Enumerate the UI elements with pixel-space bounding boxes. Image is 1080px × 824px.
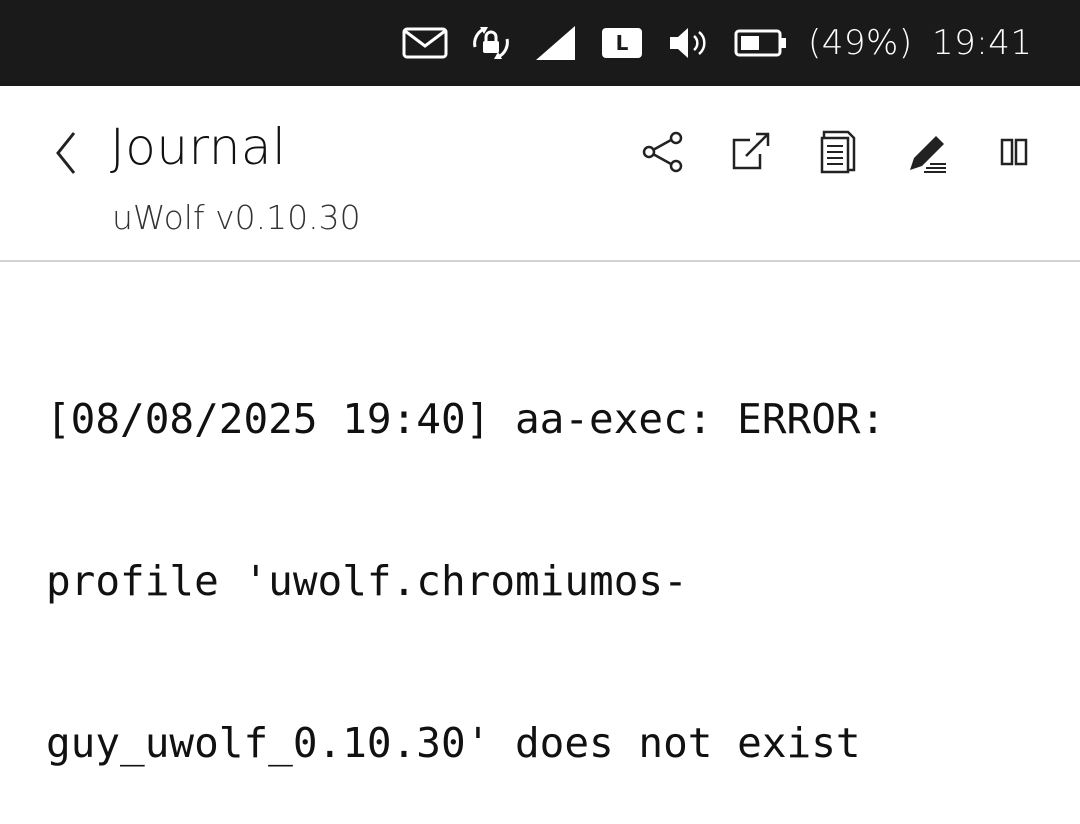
- page-subtitle: uWolf v0.10.30: [112, 198, 361, 237]
- header-divider: [0, 260, 1080, 262]
- edit-icon: [910, 136, 946, 173]
- battery-icon[interactable]: [734, 0, 788, 86]
- mail-icon[interactable]: [402, 0, 448, 86]
- copy-button[interactable]: [814, 128, 862, 176]
- clock: 19:41: [932, 23, 1033, 63]
- log-line: [08/08/2025 19:40] aa-exec: ERROR:: [46, 395, 886, 443]
- open-external-icon: [732, 132, 770, 170]
- split-view-button[interactable]: [990, 128, 1038, 176]
- open-external-button[interactable]: [726, 128, 774, 176]
- journal-log: [08/08/2025 19:40] aa-exec: ERROR: profi…: [46, 284, 1056, 824]
- cellular-signal-icon: [536, 0, 576, 86]
- split-view-icon: [1000, 138, 1028, 166]
- share-icon: [642, 131, 683, 173]
- status-bar: L (49%) 19:41: [0, 0, 1080, 86]
- rotation-lock-icon[interactable]: [468, 0, 514, 86]
- battery-percentage: (49%): [808, 23, 913, 63]
- back-button[interactable]: [46, 128, 86, 178]
- share-button[interactable]: [638, 128, 686, 176]
- log-line: guy_uwolf_0.10.30' does not exist: [46, 719, 861, 767]
- copy-icon: [820, 130, 856, 174]
- edit-button[interactable]: [904, 128, 952, 176]
- chevron-left-icon: [56, 132, 76, 174]
- page-title: Journal: [110, 118, 287, 176]
- log-line: profile 'uwolf.chromiumos-: [46, 557, 688, 605]
- keyboard-layout-icon[interactable]: L: [602, 0, 642, 86]
- volume-icon[interactable]: [668, 0, 710, 86]
- keyboard-layout-label: L: [615, 31, 629, 55]
